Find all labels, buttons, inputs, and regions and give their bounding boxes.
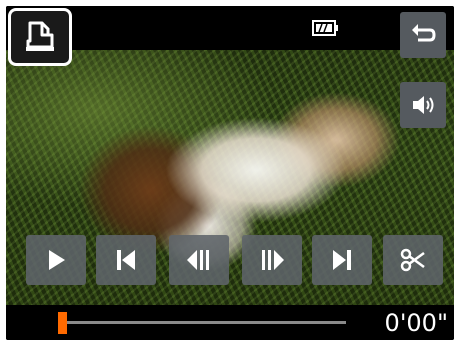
last-frame-button[interactable]: [312, 235, 372, 285]
play-icon: [49, 250, 65, 270]
first-frame-button[interactable]: [96, 235, 156, 285]
progress-track[interactable]: [58, 321, 346, 324]
play-button[interactable]: [26, 235, 86, 285]
scissors-icon: [400, 248, 425, 272]
previous-frame-button[interactable]: [169, 235, 229, 285]
frame-forward-icon: [262, 250, 284, 270]
playback-control-bar: [6, 235, 454, 285]
next-frame-button[interactable]: [242, 235, 302, 285]
camera-playback-screen: 0'00": [6, 6, 454, 340]
progress-thumb[interactable]: [58, 312, 67, 334]
battery-icon: [312, 20, 338, 36]
edit-button[interactable]: [383, 235, 443, 285]
skip-to-end-icon: [333, 250, 351, 270]
speaker-icon: [413, 96, 434, 114]
print-button[interactable]: [8, 8, 72, 66]
timecode: 0'00": [384, 309, 448, 337]
top-bar: [6, 6, 454, 50]
skip-to-start-icon: [117, 250, 135, 270]
bottom-bar: 0'00": [6, 305, 454, 340]
back-arrow-icon: [412, 24, 436, 42]
back-button[interactable]: [400, 12, 446, 58]
volume-button[interactable]: [400, 82, 446, 128]
frame-back-icon: [187, 250, 209, 270]
print-icon: [26, 21, 54, 51]
